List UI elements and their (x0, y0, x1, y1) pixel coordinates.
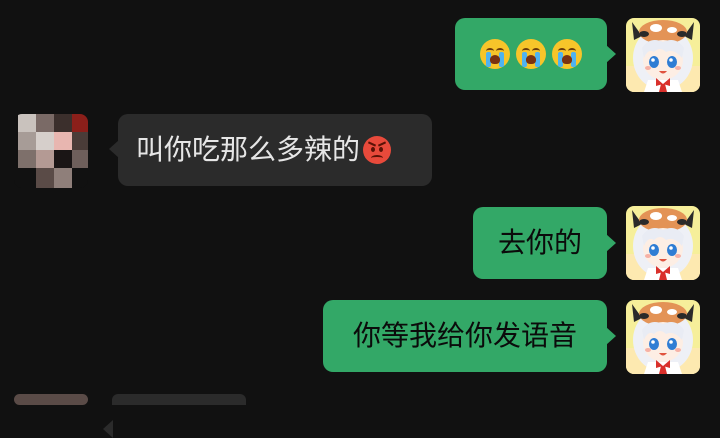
anime-girl-cow-horns-avatar-icon (626, 206, 700, 280)
contact-avatar[interactable] (14, 114, 88, 188)
message-text: 叫你吃那么多辣的 (136, 133, 361, 166)
chat-thread: 叫你吃那么多辣的 去你的 你等我给你发语音 (0, 0, 720, 438)
message-bubble-outgoing[interactable]: 去你的 (473, 207, 616, 279)
message-bubble-incoming[interactable] (103, 394, 246, 438)
message-text: 去你的 (497, 226, 582, 259)
self-avatar[interactable] (626, 300, 700, 374)
loudly-crying-face-icon (480, 39, 510, 69)
message-text: 你等我给你发语音 (352, 319, 577, 352)
message-bubble-outgoing[interactable] (455, 18, 616, 90)
message-bubble-outgoing[interactable]: 你等我给你发语音 (323, 300, 616, 372)
loudly-crying-face-icon (552, 39, 582, 69)
self-avatar[interactable] (626, 18, 700, 92)
anime-girl-cow-horns-avatar-icon (626, 300, 700, 374)
angry-face-icon (363, 136, 392, 164)
anime-girl-cow-horns-avatar-icon (626, 18, 700, 92)
loudly-crying-face-icon (516, 39, 546, 69)
message-bubble-incoming[interactable]: 叫你吃那么多辣的 (109, 114, 432, 186)
self-avatar[interactable] (626, 206, 700, 280)
contact-avatar[interactable] (14, 394, 88, 405)
